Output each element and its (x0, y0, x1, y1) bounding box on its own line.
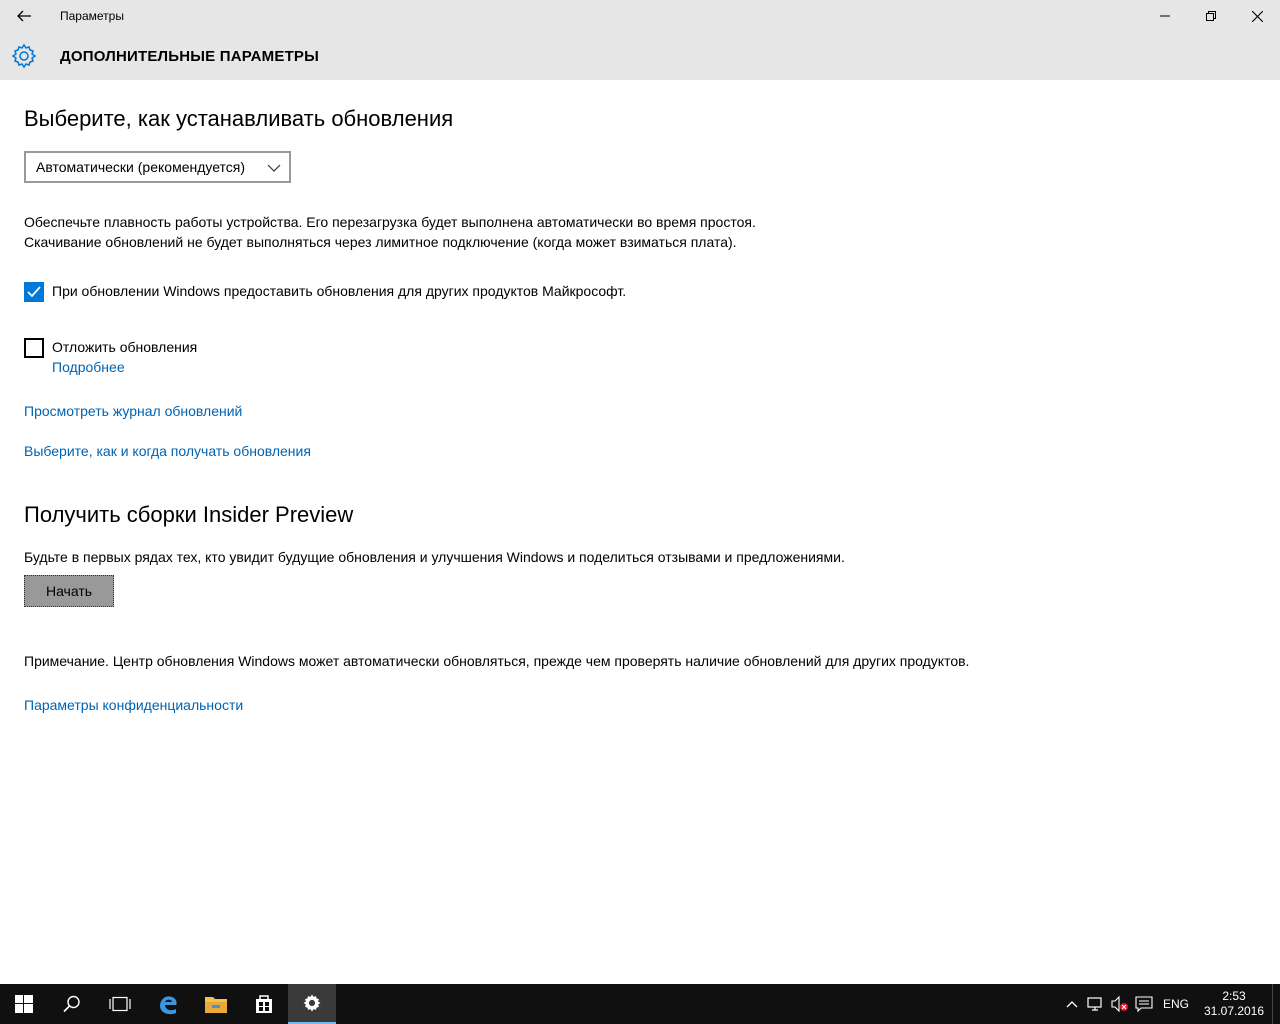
chevron-down-icon (267, 164, 281, 172)
restore-icon (1206, 11, 1216, 21)
close-button[interactable] (1234, 0, 1280, 32)
delivery-optimization-link[interactable]: Выберите, как и когда получать обновлени… (24, 443, 311, 459)
system-tray: ENG 2:53 31.07.2016 (1060, 984, 1280, 1024)
show-hidden-icons-button[interactable] (1060, 984, 1084, 1024)
page-header: ДОПОЛНИТЕЛЬНЫЕ ПАРАМЕТРЫ (0, 32, 1280, 80)
action-center-button[interactable] (1132, 984, 1156, 1024)
settings-gear-icon (0, 43, 48, 69)
input-language-indicator[interactable]: ENG (1156, 997, 1196, 1011)
show-desktop-button[interactable] (1272, 984, 1280, 1024)
update-mode-value: Автоматически (рекомендуется) (36, 159, 246, 175)
update-mode-dropdown[interactable]: Автоматически (рекомендуется) (24, 151, 291, 183)
back-arrow-icon (17, 10, 31, 22)
window-title: Параметры (60, 9, 124, 23)
store-button[interactable] (240, 984, 288, 1024)
clock-time: 2:53 (1222, 989, 1246, 1003)
taskbar: ENG 2:53 31.07.2016 (0, 984, 1280, 1024)
volume-tray-button[interactable] (1108, 984, 1132, 1024)
search-button[interactable] (48, 984, 96, 1024)
description-line-2: Скачивание обновлений не будет выполнять… (24, 234, 737, 250)
defer-updates-checkbox[interactable] (24, 338, 44, 358)
title-bar: Параметры (0, 0, 1280, 32)
settings-gear-icon (303, 994, 321, 1012)
close-icon (1251, 10, 1263, 22)
insider-start-button[interactable]: Начать (24, 575, 114, 607)
clock[interactable]: 2:53 31.07.2016 (1196, 989, 1272, 1019)
store-bag-icon (256, 995, 272, 1013)
notification-icon (1135, 996, 1153, 1012)
other-products-label[interactable]: При обновлении Windows предоставить обно… (52, 283, 626, 299)
search-icon (63, 995, 80, 1013)
minimize-icon (1160, 15, 1170, 17)
privacy-settings-link[interactable]: Параметры конфиденциальности (24, 697, 243, 713)
description-line-1: Обеспечьте плавность работы устройства. … (24, 214, 756, 230)
start-button[interactable] (0, 984, 48, 1024)
file-explorer-button[interactable] (192, 984, 240, 1024)
defer-updates-label[interactable]: Отложить обновления (52, 339, 197, 355)
page-title: ДОПОЛНИТЕЛЬНЫЕ ПАРАМЕТРЫ (60, 47, 320, 65)
network-tray-button[interactable] (1084, 984, 1108, 1024)
chevron-up-icon (1066, 1001, 1078, 1008)
install-updates-heading: Выберите, как устанавливать обновления (24, 106, 454, 131)
defer-more-link[interactable]: Подробнее (52, 359, 125, 375)
back-button[interactable] (0, 0, 48, 32)
clock-date: 31.07.2016 (1203, 1004, 1265, 1018)
settings-taskbar-button[interactable] (288, 984, 336, 1024)
restore-button[interactable] (1188, 0, 1234, 32)
task-view-icon (109, 996, 131, 1012)
insider-heading: Получить сборки Insider Preview (24, 502, 354, 527)
volume-muted-icon (1111, 996, 1128, 1012)
edge-button[interactable] (144, 984, 192, 1024)
windows-logo-icon (15, 995, 33, 1013)
insider-description: Будьте в первых рядах тех, кто увидит бу… (24, 549, 845, 565)
other-products-checkbox[interactable] (24, 282, 44, 302)
window-controls (1142, 0, 1280, 32)
edge-browser-icon (160, 996, 177, 1015)
minimize-button[interactable] (1142, 0, 1188, 32)
task-view-button[interactable] (96, 984, 144, 1024)
settings-window: Параметры ДОПОЛНИТЕЛЬНЫЕ ПАРАМЕТРЫ Выбер… (0, 0, 1280, 984)
folder-icon (205, 997, 227, 1013)
network-icon (1087, 997, 1102, 1011)
checkmark-icon (27, 286, 41, 298)
note-text: Примечание. Центр обновления Windows мож… (24, 653, 970, 669)
update-history-link[interactable]: Просмотреть журнал обновлений (24, 403, 242, 419)
